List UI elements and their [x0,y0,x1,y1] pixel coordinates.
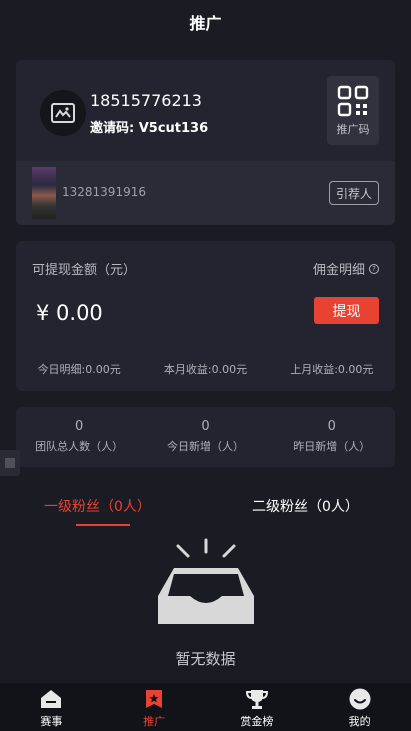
referrer-button[interactable]: 引荐人 [328,181,379,205]
empty-state: 暂无数据 [0,538,411,673]
invite-code[interactable]: 邀请码: V5cut136 [90,117,208,136]
referrer-phone: 13281391916 [62,185,146,199]
tabbar-item-mine[interactable]: 我的 [308,683,411,731]
referrer-thumbnail [32,167,56,219]
trophy-icon [245,687,269,711]
promotion-page: 推广 18515776213 邀请码: V5cut136 推广码 1328139… [0,0,411,731]
stat-this-month: 本月收益:0.00元 [163,363,248,376]
team-total-label: 团队总人数（人） [35,440,124,453]
team-yesterday-label: 昨日新增（人） [293,440,371,453]
tabbar-label-mine: 我的 [348,715,371,728]
team-total: 0 团队总人数（人） [16,407,142,467]
tabbar-label-promote: 推广 [143,715,166,728]
fans-tabs: 一级粉丝（0人） 二级粉丝（0人） [0,494,411,530]
tabbar-label-bounty: 赏金榜 [240,715,274,728]
bottom-tab-bar: 赛事 推广 赏金榜 我的 [0,683,411,731]
tabbar-label-events: 赛事 [40,715,63,728]
team-today-new: 0 今日新增（人） [142,407,268,467]
broken-image-icon [51,103,75,123]
qr-code-button[interactable]: 推广码 [327,76,379,145]
commission-detail-link[interactable]: 佣金明细 ? [313,259,379,278]
withdrawable-amount: ¥ 0.00 [36,301,103,325]
referrer-row: 13281391916 引荐人 [16,161,395,225]
qr-code-icon [337,85,369,116]
tabbar-item-bounty[interactable]: 赏金榜 [206,683,309,731]
team-yesterday-value: 0 [327,419,336,434]
profile-card: 18515776213 邀请码: V5cut136 推广码 1328139191… [16,60,395,225]
commission-detail-label: 佣金明细 [312,263,365,278]
user-phone: 18515776213 [90,91,202,110]
team-yesterday-new: 0 昨日新增（人） [269,407,395,467]
withdrawable-label: 可提现金额（元） [32,263,137,278]
promote-icon [142,687,166,711]
home-icon [39,687,63,711]
stat-today: 今日明细:0.00元 [37,363,121,376]
team-today-label: 今日新增（人） [166,440,244,453]
withdraw-button[interactable]: 提现 [314,297,379,324]
team-stats-card: 0 团队总人数（人） 0 今日新增（人） 0 昨日新增（人） [16,407,395,467]
team-today-value: 0 [201,419,210,434]
active-tab-indicator [76,524,130,526]
tab-level2-fans[interactable]: 二级粉丝（0人） [252,496,359,516]
page-header: 推广 [0,0,411,44]
team-total-value: 0 [75,419,84,434]
earnings-stats: 今日明细:0.00元 本月收益:0.00元 上月收益:0.00元 [16,361,395,377]
empty-tray-icon [158,538,254,624]
earnings-card: 可提现金额（元） 佣金明细 ? ¥ 0.00 提现 今日明细:0.00元 本月收… [16,241,395,391]
qr-code-label: 推广码 [336,122,370,136]
question-icon: ? [369,263,379,274]
smile-icon [348,687,372,711]
tabbar-item-promote[interactable]: 推广 [103,683,206,731]
floating-side-tab[interactable] [0,450,20,476]
tabbar-item-events[interactable]: 赛事 [0,683,103,731]
avatar[interactable] [40,90,86,136]
page-title: 推广 [189,14,222,33]
stat-last-month: 上月收益:0.00元 [290,363,374,376]
empty-text: 暂无数据 [175,650,236,668]
tab-level1-fans[interactable]: 一级粉丝（0人） [44,496,151,516]
